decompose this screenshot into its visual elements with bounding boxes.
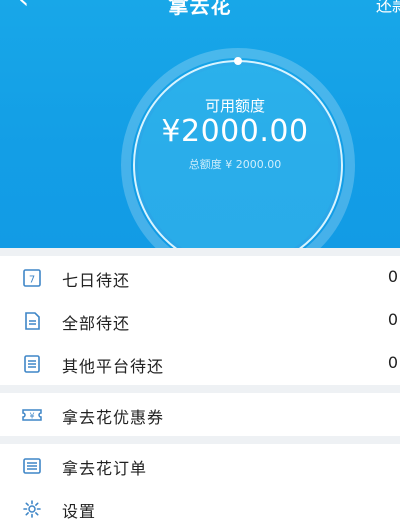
menu-item-label: 其他平台待还 [62, 357, 165, 376]
gear-icon [23, 500, 41, 518]
menu-list: 7 七日待还 0 全部待还 0 其他平台待还 0 ¥ 拿去花优惠券 拿去花订单 … [0, 248, 400, 530]
menu-item-settings[interactable]: 设置 [0, 487, 400, 530]
total-credit-label: 总额度 ¥ 2000.00 [188, 158, 282, 171]
menu-item-value: 0 [387, 353, 398, 372]
menu-item-label: 拿去花优惠券 [62, 408, 165, 427]
menu-item-label: 全部待还 [62, 314, 131, 333]
menu-item-orders[interactable]: 拿去花订单 [0, 444, 400, 487]
available-credit-label: 可用额度 [204, 97, 265, 115]
menu-item-label: 七日待还 [62, 271, 131, 290]
available-credit-amount: ¥2000.00 [161, 114, 309, 149]
menu-item-other-platform-due[interactable]: 其他平台待还 0 [0, 342, 400, 385]
menu-item-all-due[interactable]: 全部待还 0 [0, 299, 400, 342]
page-title: 拿去花 [168, 0, 232, 18]
menu-item-label: 设置 [62, 502, 97, 521]
section-divider [0, 436, 400, 444]
svg-text:¥: ¥ [29, 412, 34, 421]
list-icon [24, 355, 40, 373]
repay-action-button[interactable]: 还款 [376, 0, 400, 16]
document-icon [25, 312, 40, 330]
calendar-7-icon: 7 [23, 269, 41, 287]
menu-item-value: 0 [387, 267, 398, 286]
section-divider [0, 385, 400, 393]
menu-item-label: 拿去花订单 [62, 459, 148, 478]
credit-header: ‹ 拿去花 还款 可用额度 ¥2000.00 总额度 ¥ 2000.00 [0, 0, 400, 248]
svg-text:7: 7 [29, 275, 35, 286]
section-divider [0, 248, 400, 256]
gauge-indicator-dot [234, 57, 242, 65]
menu-item-value: 0 [387, 310, 398, 329]
order-list-icon [23, 458, 41, 474]
coupon-icon: ¥ [22, 409, 42, 421]
menu-item-coupons[interactable]: ¥ 拿去花优惠券 [0, 393, 400, 436]
menu-item-seven-day-due[interactable]: 7 七日待还 0 [0, 256, 400, 299]
